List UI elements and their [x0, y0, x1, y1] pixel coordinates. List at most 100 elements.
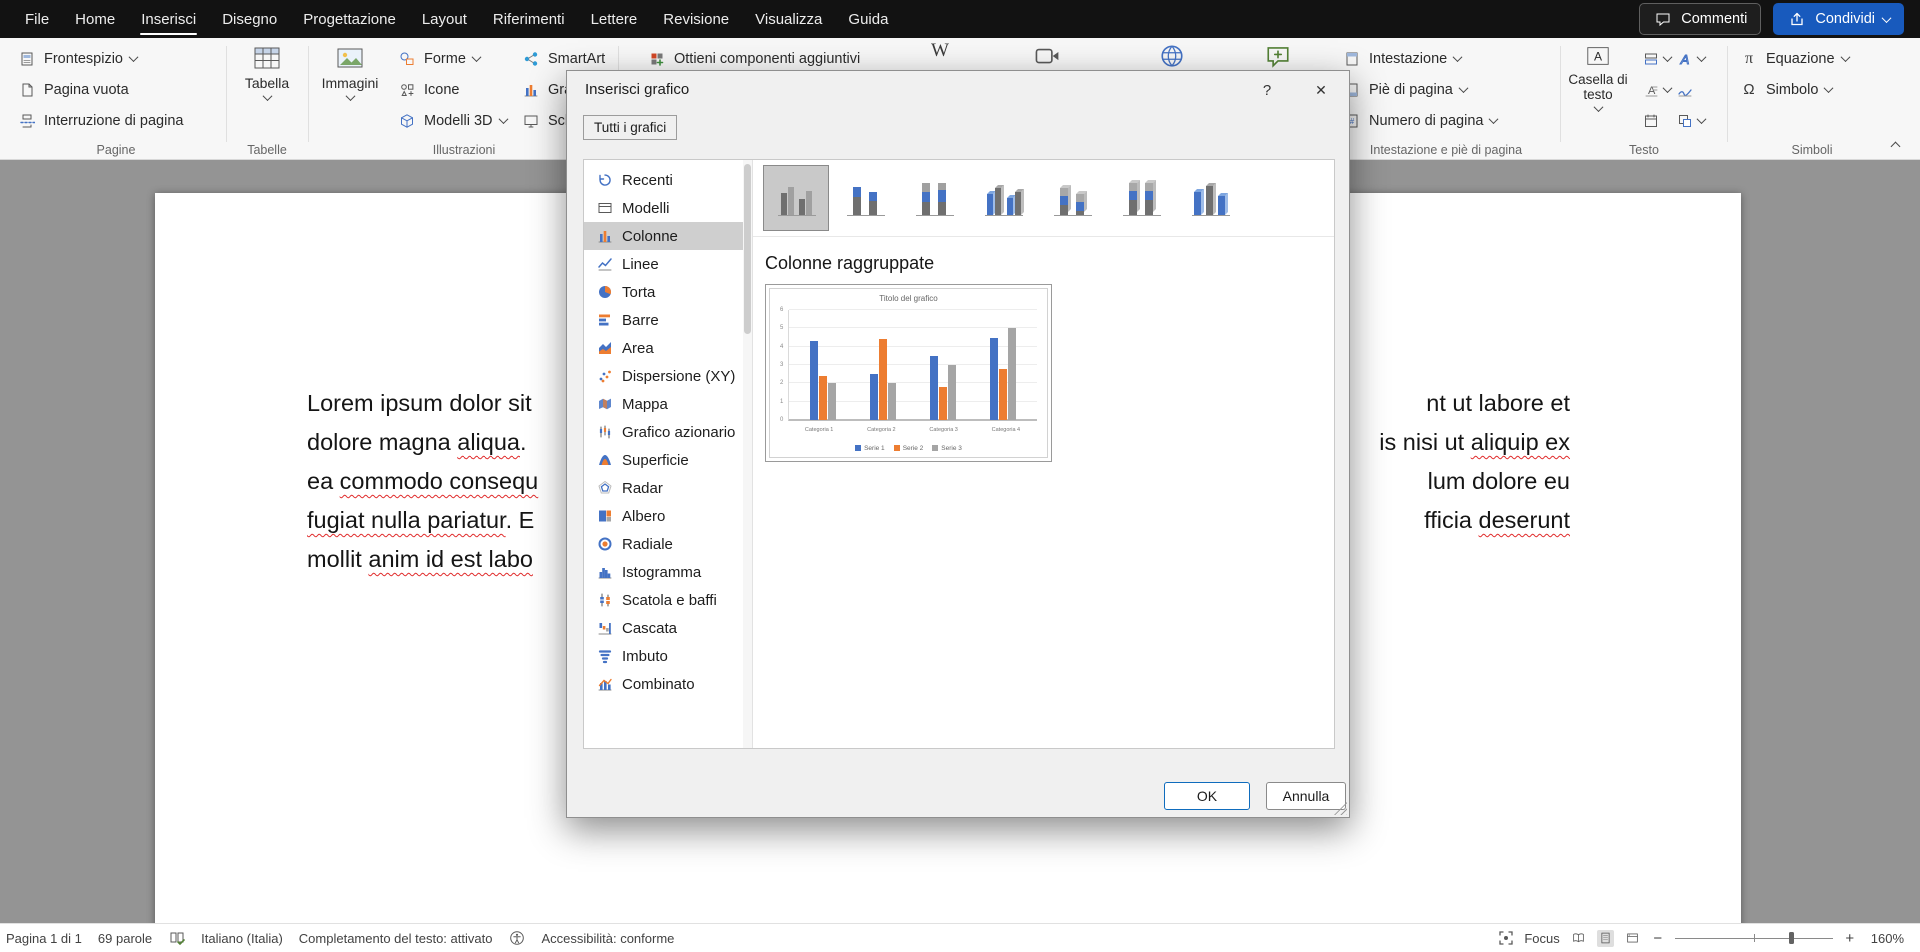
category-istogramma[interactable]: Istogramma	[584, 558, 752, 586]
zoom-in-button[interactable]: +	[1843, 930, 1857, 947]
menu-tab-revisione[interactable]: Revisione	[650, 0, 742, 38]
chart-subtype-pane: Colonne raggruppate Titolo del grafico 0…	[753, 160, 1334, 748]
scrollbar-thumb[interactable]	[744, 164, 751, 334]
spellcheck-icon[interactable]	[168, 930, 185, 947]
category-imbuto[interactable]: Imbuto	[584, 642, 752, 670]
stacked100-column-3d-thumb[interactable]	[1108, 165, 1174, 231]
language-indicator[interactable]: Italiano (Italia)	[201, 931, 283, 946]
focus-button[interactable]: Focus	[1524, 931, 1559, 946]
clustered-column-3d-thumb[interactable]	[970, 165, 1036, 231]
menu-tab-layout[interactable]: Layout	[409, 0, 480, 38]
wordart-button[interactable]: A	[1673, 43, 1707, 74]
category-superficie[interactable]: Superficie	[584, 446, 752, 474]
signature-line-button[interactable]	[1673, 74, 1707, 105]
table-button[interactable]: Tabella	[235, 43, 299, 101]
page-break-button[interactable]: Interruzione di pagina	[10, 105, 190, 136]
preview-chart-title: Titolo del grafico	[770, 294, 1047, 303]
menu-tab-inserisci[interactable]: Inserisci	[128, 0, 209, 38]
cover-page-button[interactable]: Frontespizio	[10, 43, 190, 74]
category-cascata[interactable]: Cascata	[584, 614, 752, 642]
category-modelli[interactable]: Modelli	[584, 194, 752, 222]
accessibility-status[interactable]: Accessibilità: conforme	[541, 931, 674, 946]
map-icon	[596, 396, 613, 413]
menu-tab-file[interactable]: File	[12, 0, 62, 38]
category-linee[interactable]: Linee	[584, 250, 752, 278]
category-dispersione-xy-[interactable]: Dispersione (XY)	[584, 362, 752, 390]
online-video-button[interactable]	[1025, 43, 1069, 69]
collapse-ribbon-button[interactable]	[1884, 138, 1906, 154]
category-recenti[interactable]: Recenti	[584, 166, 752, 194]
group-label-intestazione: Intestazione e piè di pagina	[1335, 143, 1557, 157]
pictures-button[interactable]: Immagini	[316, 43, 384, 101]
menu-tab-disegno[interactable]: Disegno	[209, 0, 290, 38]
category-area[interactable]: Area	[584, 334, 752, 362]
shapes-button[interactable]: Forme	[390, 43, 514, 74]
3d-models-icon	[397, 111, 417, 131]
comments-button[interactable]: Commenti	[1639, 3, 1761, 35]
category-barre[interactable]: Barre	[584, 306, 752, 334]
ok-button[interactable]: OK	[1164, 782, 1250, 810]
menu-tab-home[interactable]: Home	[62, 0, 128, 38]
symbol-button[interactable]: Ω Simbolo	[1732, 74, 1856, 105]
print-layout-button[interactable]	[1597, 930, 1614, 947]
zoom-slider[interactable]	[1675, 931, 1833, 945]
histogram-icon	[596, 564, 613, 581]
help-button[interactable]: ?	[1249, 75, 1285, 105]
page-indicator[interactable]: Pagina 1 di 1	[6, 931, 82, 946]
category-radar[interactable]: Radar	[584, 474, 752, 502]
category-torta[interactable]: Torta	[584, 278, 752, 306]
text-prediction-status[interactable]: Completamento del testo: attivato	[299, 931, 493, 946]
menu-tab-guida[interactable]: Guida	[835, 0, 901, 38]
line-icon	[596, 256, 613, 273]
datetime-button[interactable]	[1639, 105, 1673, 136]
pictures-icon	[335, 43, 365, 73]
menu-tab-progettazione[interactable]: Progettazione	[290, 0, 409, 38]
stacked-column-3d-thumb[interactable]	[1039, 165, 1105, 231]
menu-tab-visualizza[interactable]: Visualizza	[742, 0, 835, 38]
icons-button[interactable]: Icone	[390, 74, 514, 105]
chevron-down-icon	[1840, 52, 1850, 62]
zoom-slider-thumb[interactable]	[1789, 932, 1794, 944]
share-button[interactable]: Condividi	[1773, 3, 1904, 35]
comments-label: Commenti	[1681, 11, 1747, 27]
category-grafico-azionario[interactable]: Grafico azionario	[584, 418, 752, 446]
category-scatola-e-baffi[interactable]: Scatola e baffi	[584, 586, 752, 614]
wikipedia-button[interactable]: W	[918, 43, 962, 58]
dialog-title[interactable]: Inserisci grafico	[585, 81, 689, 98]
web-layout-button[interactable]	[1624, 930, 1641, 947]
page-number-button[interactable]: # Numero di pagina	[1335, 105, 1504, 136]
column-3d-thumb[interactable]	[1177, 165, 1243, 231]
statusbar: Pagina 1 di 1 69 parole Italiano (Italia…	[0, 923, 1920, 952]
read-mode-button[interactable]	[1570, 930, 1587, 947]
text-box-button[interactable]: A Casella di testo	[1565, 43, 1631, 112]
link-button[interactable]	[1150, 43, 1194, 69]
cancel-button[interactable]: Annulla	[1266, 782, 1346, 810]
category-mappa[interactable]: Mappa	[584, 390, 752, 418]
category-albero[interactable]: Albero	[584, 502, 752, 530]
drop-cap-button[interactable]: A	[1639, 74, 1673, 105]
header-button[interactable]: Intestazione	[1335, 43, 1504, 74]
menu-tab-lettere[interactable]: Lettere	[578, 0, 651, 38]
category-radiale[interactable]: Radiale	[584, 530, 752, 558]
footer-button[interactable]: Piè di pagina	[1335, 74, 1504, 105]
chart-preview[interactable]: Titolo del grafico 0123456 Categoria 1Ca…	[765, 284, 1052, 462]
clustered-column-thumb[interactable]	[763, 165, 829, 231]
category-colonne[interactable]: Colonne	[584, 222, 752, 250]
chevron-down-icon	[1453, 52, 1463, 62]
tab-all-charts[interactable]: Tutti i grafici	[583, 115, 677, 140]
close-button[interactable]: ✕	[1301, 75, 1341, 105]
equation-button[interactable]: π Equazione	[1732, 43, 1856, 74]
object-button[interactable]	[1673, 105, 1707, 136]
zoom-out-button[interactable]: −	[1651, 930, 1665, 947]
scrollbar[interactable]	[743, 160, 752, 748]
category-combinato[interactable]: Combinato	[584, 670, 752, 698]
comment-button[interactable]	[1256, 43, 1300, 69]
menu-tab-riferimenti[interactable]: Riferimenti	[480, 0, 578, 38]
quick-parts-button[interactable]	[1639, 43, 1673, 74]
stacked100-column-thumb[interactable]	[901, 165, 967, 231]
3d-models-button[interactable]: Modelli 3D	[390, 105, 514, 136]
zoom-level[interactable]: 160%	[1871, 931, 1904, 946]
blank-page-button[interactable]: Pagina vuota	[10, 74, 190, 105]
stacked-column-thumb[interactable]	[832, 165, 898, 231]
word-count[interactable]: 69 parole	[98, 931, 152, 946]
